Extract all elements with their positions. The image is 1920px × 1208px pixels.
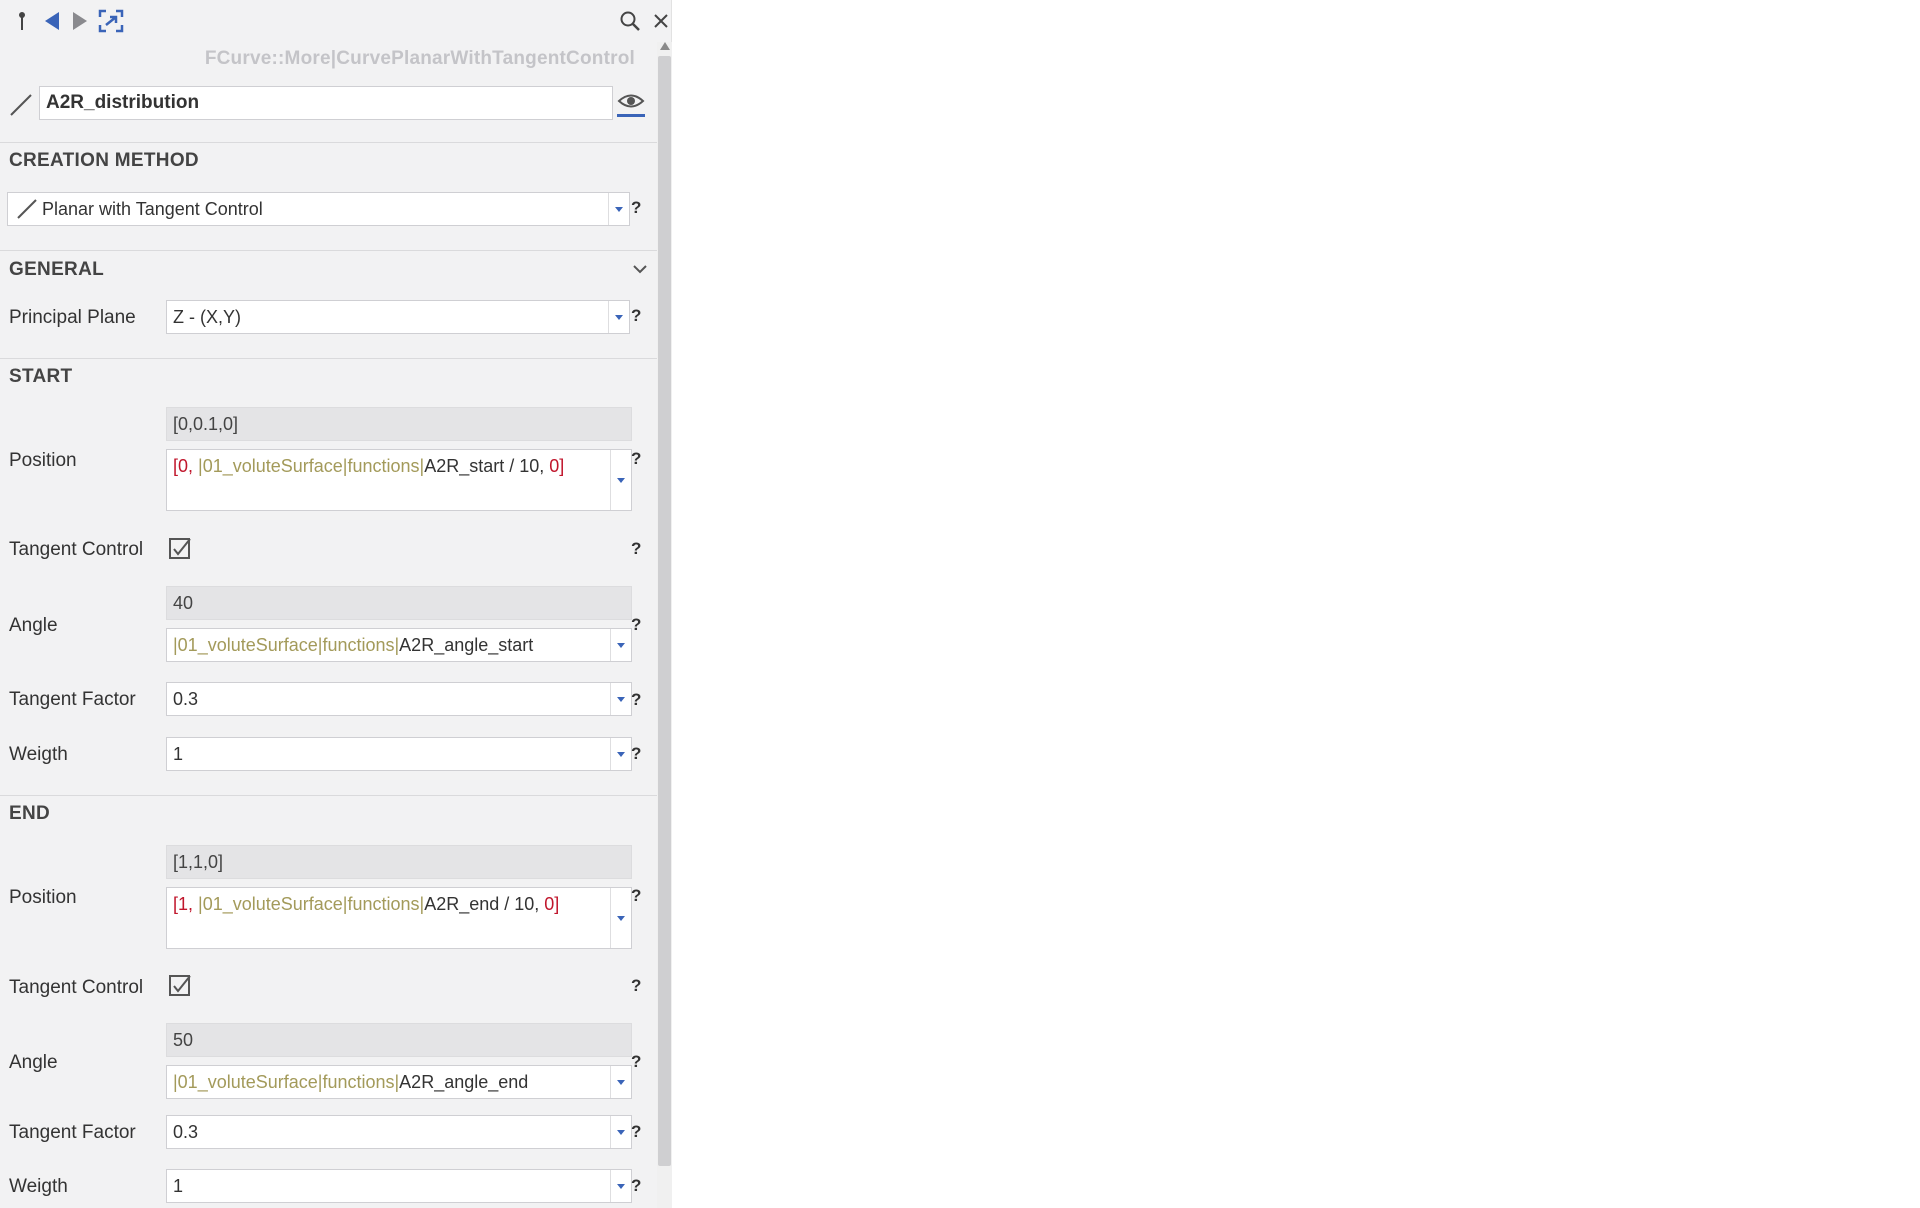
end-position-computed: [1,1,0] xyxy=(166,845,632,879)
creation-method-title: CREATION METHOD xyxy=(9,150,199,171)
curve-icon xyxy=(9,93,33,122)
end-position-expression-input[interactable]: [1, |01_voluteSurface|functions|A2R_end … xyxy=(166,887,632,949)
help-icon[interactable]: ? xyxy=(631,1176,641,1196)
principal-plane-select[interactable]: Z - (X,Y) xyxy=(166,300,630,334)
chevron-down-icon[interactable] xyxy=(610,1116,631,1148)
principal-plane-label: Principal Plane xyxy=(9,307,136,328)
end-title: END xyxy=(9,803,51,824)
end-tangent-control-checkbox[interactable] xyxy=(168,974,191,996)
start-angle-label: Angle xyxy=(9,615,58,636)
chevron-down-icon[interactable] xyxy=(610,629,631,661)
start-tangent-factor-input[interactable]: 0.3 xyxy=(166,682,632,716)
start-tangent-control-label: Tangent Control xyxy=(9,539,144,560)
help-icon[interactable]: ? xyxy=(631,615,641,635)
start-position-expression-input[interactable]: [0, |01_voluteSurface|functions|A2R_star… xyxy=(166,449,632,511)
end-weigth-label: Weigth xyxy=(9,1176,68,1197)
help-icon[interactable]: ? xyxy=(631,1122,641,1142)
help-icon[interactable]: ? xyxy=(631,1052,641,1072)
start-title: START xyxy=(9,366,73,387)
creation-method-value: Planar with Tangent Control xyxy=(42,198,263,219)
curve-icon xyxy=(16,198,38,225)
chevron-down-icon[interactable] xyxy=(610,738,631,770)
chevron-down-icon[interactable] xyxy=(610,888,631,948)
start-tangent-control-checkbox[interactable] xyxy=(168,537,191,559)
help-icon[interactable]: ? xyxy=(631,539,641,559)
principal-plane-value: Z - (X,Y) xyxy=(173,306,241,327)
end-angle-computed: 50 xyxy=(166,1023,632,1057)
end-angle-label: Angle xyxy=(9,1052,58,1073)
end-tangent-factor-input[interactable]: 0.3 xyxy=(166,1115,632,1149)
start-angle-expression-input[interactable]: |01_voluteSurface|functions|A2R_angle_st… xyxy=(166,628,632,662)
divider xyxy=(0,358,657,359)
help-icon[interactable]: ? xyxy=(631,976,641,996)
end-position-label: Position xyxy=(9,887,77,908)
start-weigth-label: Weigth xyxy=(9,744,68,765)
scroll-thumb[interactable] xyxy=(658,56,671,1166)
vertical-scrollbar[interactable] xyxy=(657,42,672,1208)
start-weigth-input[interactable]: 1 xyxy=(166,737,632,771)
help-icon[interactable]: ? xyxy=(631,690,641,710)
end-tangent-control-label: Tangent Control xyxy=(9,977,144,998)
scroll-up-arrow-icon[interactable] xyxy=(660,42,670,50)
start-position-computed: [0,0.1,0] xyxy=(166,407,632,441)
chevron-down-icon[interactable] xyxy=(610,1066,631,1098)
divider xyxy=(0,250,657,251)
visibility-toggle[interactable] xyxy=(615,86,647,118)
properties-panel: FCurve::More|CurvePlanarWithTangentContr… xyxy=(0,0,672,1208)
creation-method-select[interactable]: Planar with Tangent Control xyxy=(7,192,630,226)
end-angle-expression-input[interactable]: |01_voluteSurface|functions|A2R_angle_en… xyxy=(166,1065,632,1099)
panel-content: FCurve::More|CurvePlanarWithTangentContr… xyxy=(0,0,657,1208)
start-angle-computed: 40 xyxy=(166,586,632,620)
object-name-input[interactable]: A2R_distribution xyxy=(39,86,613,120)
general-title: GENERAL xyxy=(9,259,104,280)
chevron-down-icon[interactable] xyxy=(610,450,631,510)
chevron-down-icon[interactable] xyxy=(610,1170,631,1202)
chevron-down-icon[interactable] xyxy=(610,683,631,715)
help-icon[interactable]: ? xyxy=(631,198,641,218)
start-position-label: Position xyxy=(9,450,77,471)
divider xyxy=(0,142,657,143)
help-icon[interactable]: ? xyxy=(631,306,641,326)
help-icon[interactable]: ? xyxy=(631,886,641,906)
help-icon[interactable]: ? xyxy=(631,744,641,764)
chevron-down-icon[interactable] xyxy=(608,301,629,333)
help-icon[interactable]: ? xyxy=(631,449,641,469)
end-weigth-input[interactable]: 1 xyxy=(166,1169,632,1203)
end-tangent-factor-label: Tangent Factor xyxy=(9,1122,136,1143)
object-type-label: FCurve::More|CurvePlanarWithTangentContr… xyxy=(204,48,635,69)
divider xyxy=(0,795,657,796)
chevron-down-icon[interactable] xyxy=(632,262,648,281)
start-tangent-factor-label: Tangent Factor xyxy=(9,689,136,710)
chevron-down-icon[interactable] xyxy=(608,193,629,225)
